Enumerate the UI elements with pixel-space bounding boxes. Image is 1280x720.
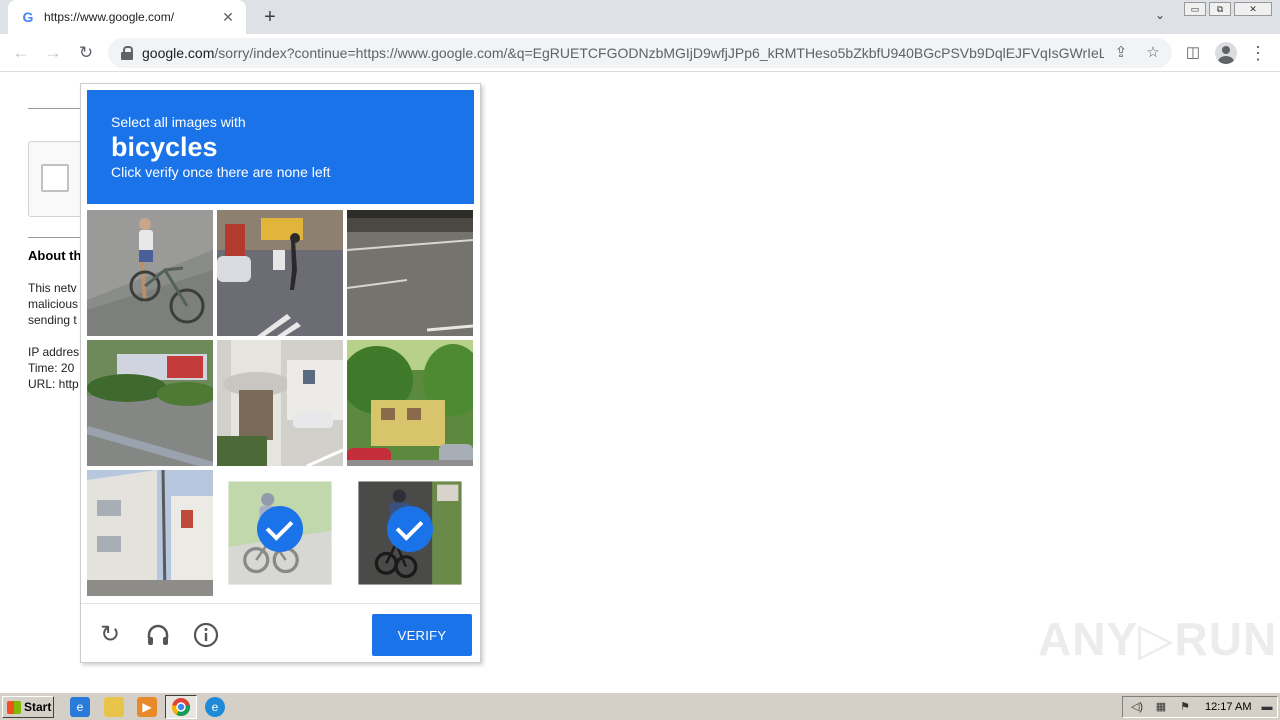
url-path: /sorry/index?continue=https://www.google…	[214, 45, 1104, 61]
side-panel-icon[interactable]: ◫	[1182, 42, 1204, 64]
lock-icon[interactable]	[120, 46, 134, 60]
image-tile[interactable]	[217, 340, 343, 466]
volume-icon[interactable]: ◁)	[1129, 700, 1145, 714]
image-tile[interactable]	[87, 210, 213, 336]
info-text-line: URL: http	[28, 377, 79, 391]
challenge-footer: ↻ VERIFY	[81, 603, 480, 662]
network-icon[interactable]: ▦	[1153, 700, 1169, 714]
start-label: Start	[24, 700, 52, 714]
browser-tab[interactable]: G https://www.google.com/ ✕	[8, 0, 246, 34]
tile-image	[217, 210, 343, 336]
reload-button[interactable]: ↻	[75, 42, 97, 64]
windows-taskbar: Start e ▶ e ◁) ▦ ⚑ 12:17 AM ▬	[0, 692, 1280, 720]
audio-challenge-headphones-icon[interactable]	[145, 622, 171, 648]
chrome-icon	[171, 698, 191, 717]
headphones-icon	[147, 624, 169, 645]
restore-button[interactable]: ⧉	[1209, 2, 1231, 16]
url-host: google.com	[142, 45, 215, 61]
profile-avatar-icon[interactable]	[1215, 42, 1237, 64]
tile-image	[217, 340, 343, 466]
info-text-line: This netv	[28, 281, 77, 295]
image-tile[interactable]	[217, 210, 343, 336]
image-tile[interactable]	[347, 340, 473, 466]
instruction-line: Select all images with	[111, 114, 246, 130]
image-tile[interactable]	[347, 210, 473, 336]
window-close-button[interactable]: ✕	[1234, 2, 1272, 16]
start-button[interactable]: Start	[2, 696, 54, 718]
challenge-instructions: Select all images with bicycles Click ve…	[87, 90, 474, 204]
anyrun-watermark-logo: ANY▷RUN	[1038, 613, 1278, 665]
recaptcha-checkbox-widget[interactable]	[28, 141, 88, 217]
reload-challenge-icon[interactable]: ↻	[97, 622, 123, 648]
selected-check-icon	[387, 506, 433, 552]
image-grid	[87, 210, 474, 597]
info-icon	[193, 622, 219, 648]
target-object-label: bicycles	[111, 132, 218, 162]
tile-image	[347, 210, 473, 336]
minimize-button[interactable]: ▭	[1184, 2, 1206, 16]
media-player-icon[interactable]: ▶	[137, 697, 157, 717]
tab-title: https://www.google.com/	[44, 10, 175, 24]
new-tab-button[interactable]: +	[258, 6, 282, 28]
info-text-line: sending t	[28, 313, 77, 327]
tile-image	[87, 210, 213, 336]
file-explorer-icon[interactable]	[104, 697, 124, 717]
address-bar[interactable]: google.com/sorry/index?continue=https://…	[108, 38, 1172, 68]
menu-icon[interactable]: ⋮	[1247, 42, 1269, 64]
tab-strip: G https://www.google.com/ ✕ + ⌄ ▭ ⧉ ✕	[0, 0, 1280, 34]
tile-image	[87, 470, 213, 596]
about-heading: About th	[28, 248, 82, 263]
close-tab-icon[interactable]: ✕	[220, 9, 236, 26]
clock[interactable]: 12:17 AM	[1205, 701, 1251, 713]
edge-icon[interactable]: e	[205, 697, 225, 717]
image-tile[interactable]	[87, 340, 213, 466]
forward-button[interactable]: →	[42, 42, 64, 64]
action-center-flag-icon[interactable]: ⚑	[1177, 700, 1193, 714]
tile-image	[87, 340, 213, 466]
tile-image	[347, 340, 473, 466]
help-info-icon[interactable]	[193, 622, 219, 648]
image-tile[interactable]	[347, 470, 473, 596]
bookmark-star-icon[interactable]: ☆	[1144, 44, 1162, 62]
verify-button[interactable]: VERIFY	[372, 614, 472, 656]
image-tile[interactable]	[217, 470, 343, 596]
divider	[28, 108, 88, 109]
chrome-taskbar-button[interactable]	[165, 695, 197, 719]
instruction-line: Click verify once there are none left	[111, 164, 331, 180]
google-favicon-icon: G	[22, 9, 34, 25]
back-button[interactable]: ←	[10, 42, 32, 64]
info-text-line: malicious	[28, 297, 79, 311]
share-icon[interactable]: ⇪	[1112, 44, 1130, 62]
recaptcha-challenge-dialog: Select all images with bicycles Click ve…	[80, 83, 481, 663]
info-text-line: Time: 20	[28, 361, 75, 375]
internet-explorer-icon[interactable]: e	[70, 697, 90, 717]
divider	[28, 237, 88, 238]
url-text[interactable]: google.com/sorry/index?continue=https://…	[142, 45, 1104, 61]
image-tile[interactable]	[87, 470, 213, 596]
show-desktop-icon[interactable]: ▬	[1259, 700, 1275, 714]
recaptcha-checkbox[interactable]	[41, 164, 69, 192]
browser-toolbar: ← → ↻ google.com/sorry/index?continue=ht…	[0, 34, 1280, 72]
windows-flag-icon	[7, 700, 21, 714]
selected-check-icon	[257, 506, 303, 552]
info-text-line: IP addres	[28, 345, 80, 359]
system-tray: ◁) ▦ ⚑ 12:17 AM ▬	[1122, 696, 1278, 718]
tab-search-chevron-icon[interactable]: ⌄	[1150, 8, 1170, 26]
